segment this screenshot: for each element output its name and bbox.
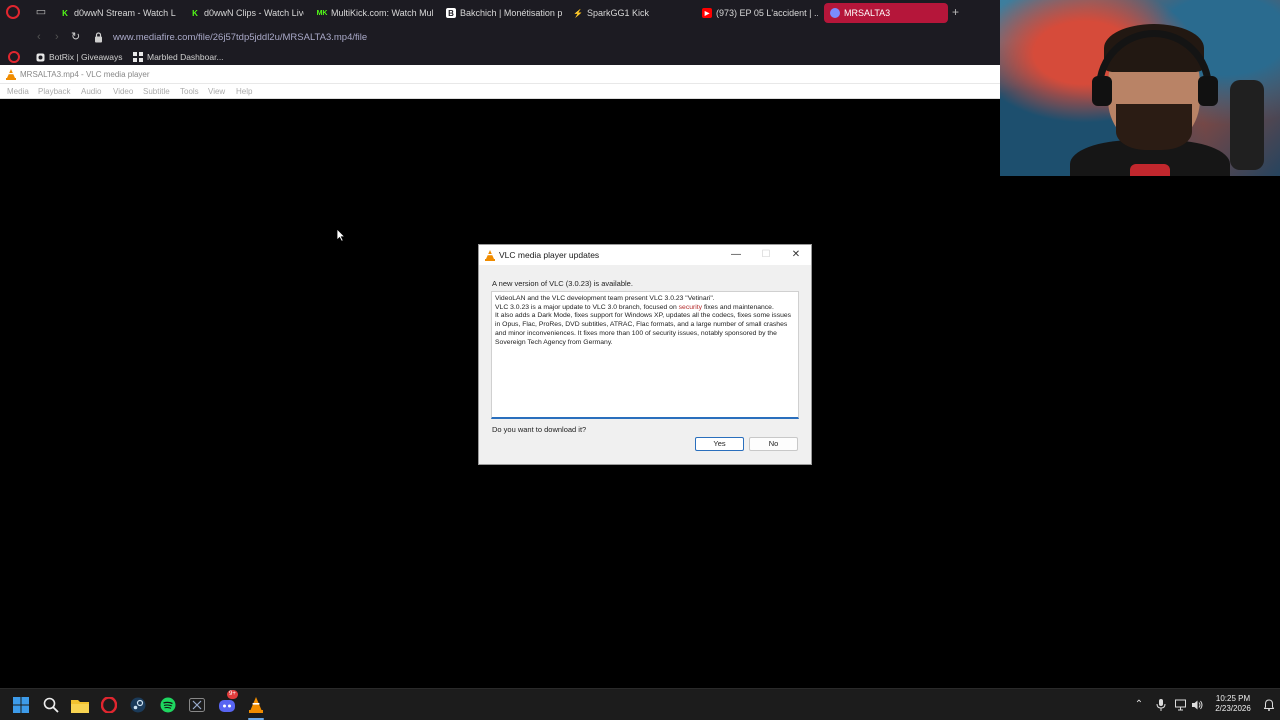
- menu-video[interactable]: Video: [113, 87, 133, 96]
- address-bar-row: ‹ › ↻ www.mediafire.com/file/26j57tdp5jd…: [0, 25, 1000, 51]
- kick-icon: K: [62, 8, 68, 18]
- bookmark-marbled[interactable]: Marbled Dashboar...: [133, 52, 224, 62]
- tab-sparkgg[interactable]: ⚡ SparkGG1 Kick: [567, 3, 687, 23]
- network-icon[interactable]: [1175, 699, 1187, 711]
- bookmark-label: Marbled Dashboar...: [147, 52, 224, 62]
- menu-view[interactable]: View: [208, 87, 225, 96]
- clock-date: 2/23/2026: [1215, 704, 1251, 713]
- headset-earcup-left: [1092, 76, 1112, 106]
- sparkgg-icon: ⚡: [573, 8, 583, 18]
- vlc-cone-icon: [485, 250, 495, 261]
- notes-text: VLC 3.0.23 is a major update to VLC 3.0 …: [495, 303, 679, 311]
- tab-label: d0wwN Clips - Watch Live: [204, 8, 304, 18]
- vlc-window-title: MRSALTA3.mp4 - VLC media player: [20, 70, 150, 79]
- menu-subtitle[interactable]: Subtitle: [143, 87, 170, 96]
- tab-label: (973) EP 05 L'accident | ...: [716, 8, 818, 18]
- dialog-message: A new version of VLC (3.0.23) is availab…: [492, 279, 633, 288]
- steam-icon[interactable]: [129, 696, 147, 714]
- browser-tab-strip: ▭ K d0wwN Stream - Watch Li K d0wwN Clip…: [0, 0, 1000, 25]
- streamer-beard: [1116, 104, 1192, 150]
- volume-icon[interactable]: [1191, 699, 1203, 711]
- notes-text: fixes and maintenance.: [702, 303, 774, 311]
- youtube-icon: ▶: [702, 8, 712, 18]
- clock-time: 10:25 PM: [1215, 694, 1251, 703]
- bakchich-icon: B: [446, 8, 456, 18]
- spotify-icon[interactable]: [159, 696, 177, 714]
- notes-line: VLC 3.0.23 is a major update to VLC 3.0 …: [495, 304, 795, 313]
- notification-badge: 9+: [227, 690, 238, 699]
- shirt-logo: [1130, 164, 1170, 176]
- opera-logo-icon[interactable]: [6, 5, 20, 19]
- tab-favicon-icon: [830, 8, 840, 18]
- kick-icon: K: [192, 8, 198, 18]
- system-clock[interactable]: 10:25 PM 2/23/2026: [1206, 694, 1260, 714]
- vlc-cone-icon: [6, 69, 16, 80]
- menu-audio[interactable]: Audio: [81, 87, 101, 96]
- file-explorer-icon[interactable]: [71, 696, 89, 714]
- chevron-up-icon[interactable]: ⌃: [1133, 699, 1145, 711]
- new-tab-button[interactable]: +: [952, 5, 959, 19]
- close-button[interactable]: ✕: [781, 246, 811, 264]
- tab-d0wwn-stream[interactable]: K d0wwN Stream - Watch Li: [54, 3, 176, 23]
- notes-line: VideoLAN and the VLC development team pr…: [495, 295, 715, 302]
- xbox-icon[interactable]: [188, 696, 206, 714]
- bookmarks-bar: BotRix | Giveaways Marbled Dashboar...: [28, 51, 1000, 65]
- vlc-titlebar: MRSALTA3.mp4 - VLC media player: [0, 65, 1000, 84]
- tab-label: MRSALTA3: [844, 8, 891, 18]
- botrix-icon: [36, 53, 45, 61]
- forward-icon[interactable]: ›: [55, 31, 59, 43]
- bookmark-label: BotRix | Giveaways: [49, 52, 123, 62]
- notes-highlight: security: [678, 303, 703, 311]
- windows-taskbar: 9+ ⌃ 10:25 PM 2/23/2026: [0, 688, 1280, 720]
- opera-browser-icon[interactable]: [100, 696, 118, 714]
- menu-media[interactable]: Media: [7, 87, 29, 96]
- tab-bakchich[interactable]: B Bakchich | Monétisation p: [440, 3, 562, 23]
- menu-help[interactable]: Help: [236, 87, 252, 96]
- tab-label: MultiKick.com: Watch Mul: [331, 8, 433, 18]
- notes-paragraph: It also adds a Dark Mode, fixes support …: [495, 312, 792, 346]
- menu-tools[interactable]: Tools: [180, 87, 199, 96]
- tab-d0wwn-clips[interactable]: K d0wwN Clips - Watch Live: [184, 3, 304, 23]
- headset-earcup-right: [1198, 76, 1218, 106]
- bookmark-botrix[interactable]: BotRix | Giveaways: [36, 52, 123, 62]
- tab-label: SparkGG1 Kick: [587, 8, 650, 18]
- vlc-update-dialog: VLC media player updates — ☐ ✕ A new ver…: [478, 244, 812, 465]
- menu-playback[interactable]: Playback: [38, 87, 70, 96]
- tab-mrsalta3[interactable]: MRSALTA3: [824, 3, 948, 23]
- opera-sidebar-icon[interactable]: [8, 51, 20, 63]
- browser-sidebar: [0, 51, 28, 65]
- release-notes-textarea[interactable]: VideoLAN and the VLC development team pr…: [491, 291, 799, 419]
- tab-menu-icon[interactable]: ▭: [34, 5, 48, 19]
- mouse-cursor-icon: [336, 228, 346, 242]
- notification-icon[interactable]: [1263, 699, 1275, 711]
- yes-button[interactable]: Yes: [695, 437, 744, 451]
- vlc-taskbar-icon[interactable]: [247, 696, 265, 714]
- webcam-overlay: [1000, 0, 1280, 176]
- tab-multikick[interactable]: MK MultiKick.com: Watch Mul: [311, 3, 433, 23]
- no-button[interactable]: No: [749, 437, 798, 451]
- tab-label: d0wwN Stream - Watch Li: [74, 8, 176, 18]
- windows-start-icon[interactable]: [12, 696, 30, 714]
- discord-icon[interactable]: 9+: [218, 690, 238, 714]
- url-field[interactable]: www.mediafire.com/file/26j57tdp5jddl2u/M…: [113, 32, 367, 43]
- tab-youtube[interactable]: ▶ (973) EP 05 L'accident | ...: [696, 3, 818, 23]
- dialog-title: VLC media player updates: [499, 250, 600, 260]
- maximize-button: ☐: [761, 249, 771, 260]
- download-question: Do you want to download it?: [492, 425, 587, 434]
- vlc-menubar: Media Playback Audio Video Subtitle Tool…: [0, 84, 1000, 99]
- microphone-shape: [1230, 80, 1264, 170]
- dialog-titlebar: VLC media player updates — ☐ ✕: [479, 245, 811, 265]
- minimize-button[interactable]: —: [721, 246, 751, 264]
- reload-icon[interactable]: ↻: [71, 31, 80, 43]
- search-icon[interactable]: [42, 696, 60, 714]
- tab-label: Bakchich | Monétisation p: [460, 8, 562, 18]
- microphone-icon[interactable]: [1155, 699, 1167, 711]
- multikick-icon: MK: [316, 9, 328, 17]
- lock-icon: [95, 32, 102, 43]
- back-icon[interactable]: ‹: [37, 31, 41, 43]
- marbled-icon: [133, 52, 143, 62]
